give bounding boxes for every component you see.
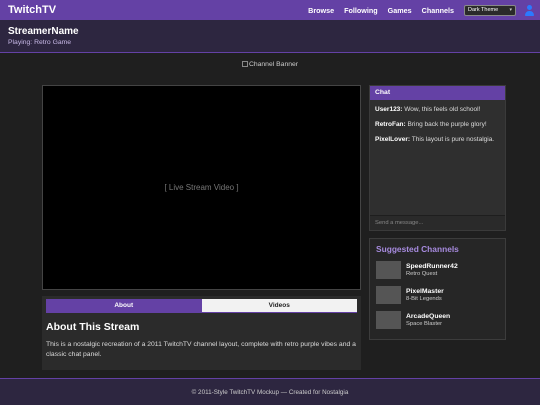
chat-username[interactable]: PixelLover: <box>375 136 410 143</box>
site-logo[interactable]: TwitchTV <box>8 4 56 16</box>
user-icon-head <box>526 5 532 10</box>
streamer-header: StreamerName Playing: Retro Game <box>0 20 540 53</box>
chat-messages: User123: Wow, this feels old school! Ret… <box>370 100 505 143</box>
channel-info: SpeedRunner42 Retro Quest <box>406 263 458 277</box>
channel-info: PixelMaster 8-Bit Legends <box>406 288 444 302</box>
streamer-game: Playing: Retro Game <box>8 39 72 46</box>
about-text: This is a nostalgic recreation of a 2011… <box>46 341 356 358</box>
channel-name: PixelMaster <box>406 288 444 295</box>
channel-game: 8-Bit Legends <box>406 296 442 302</box>
nav-games[interactable]: Games <box>388 6 412 15</box>
user-icon[interactable] <box>524 5 534 16</box>
chat-panel: Chat User123: Wow, this feels old school… <box>369 85 506 231</box>
suggested-title: Suggested Channels <box>376 244 459 254</box>
broken-image-icon <box>241 61 248 67</box>
suggested-channels: Suggested Channels SpeedRunner42 Retro Q… <box>369 238 506 340</box>
video-placeholder-label: [ Live Stream Video ] <box>164 183 239 192</box>
channel-banner: Channel Banner <box>0 61 540 68</box>
chat-message: PixelLover: This layout is pure nostalgi… <box>375 136 500 143</box>
user-icon-body <box>524 10 534 16</box>
suggested-channel-item[interactable]: ArcadeQueen Space Blaster <box>376 311 499 329</box>
tab-divider <box>46 312 357 313</box>
channel-thumbnail <box>376 261 401 279</box>
tab-videos[interactable]: Videos <box>201 299 357 312</box>
nav-channels[interactable]: Channels <box>422 6 454 15</box>
suggested-channel-item[interactable]: PixelMaster 8-Bit Legends <box>376 286 499 304</box>
theme-select-value: Dark Theme <box>468 7 499 13</box>
channel-name: SpeedRunner42 <box>406 263 458 270</box>
chat-username[interactable]: User123: <box>375 106 402 113</box>
video-player[interactable]: [ Live Stream Video ] <box>42 85 361 290</box>
chat-message: RetroFan: Bring back the purple glory! <box>375 121 500 128</box>
chat-username[interactable]: RetroFan: <box>375 121 406 128</box>
channel-banner-alt: Channel Banner <box>248 61 299 68</box>
channel-thumbnail <box>376 286 401 304</box>
streamer-name: StreamerName <box>8 26 79 37</box>
nav-browse[interactable]: Browse <box>308 6 334 15</box>
footer-text: © 2011-Style TwitchTV Mockup — Created f… <box>191 388 349 396</box>
chat-message-text: This layout is pure nostalgia. <box>410 136 495 143</box>
main-nav: Browse Following Games Channels Dark The… <box>298 4 534 16</box>
chevron-updown-icon: ▾ <box>509 7 512 13</box>
top-navbar: TwitchTV Browse Following Games Channels… <box>0 0 540 20</box>
nav-following[interactable]: Following <box>344 6 378 15</box>
channel-name: ArcadeQueen <box>406 313 451 320</box>
page-footer: © 2011-Style TwitchTV Mockup — Created f… <box>0 378 540 405</box>
info-panel: About Videos About This Stream This is a… <box>42 296 361 370</box>
channel-info: ArcadeQueen Space Blaster <box>406 313 450 327</box>
channel-game: Retro Quest <box>406 271 438 277</box>
about-title: About This Stream <box>46 321 140 333</box>
chat-input[interactable]: Send a message... <box>370 215 505 230</box>
chat-title: Chat <box>370 86 505 100</box>
theme-select[interactable]: Dark Theme ▾ <box>464 4 516 16</box>
channel-game: Space Blaster <box>406 321 443 327</box>
tab-bar: About Videos <box>46 299 357 312</box>
tab-about[interactable]: About <box>46 299 202 312</box>
chat-message-text: Wow, this feels old school! <box>402 106 481 113</box>
channel-thumbnail <box>376 311 401 329</box>
chat-message-text: Bring back the purple glory! <box>405 121 487 128</box>
chat-message: User123: Wow, this feels old school! <box>375 106 500 113</box>
suggested-channel-item[interactable]: SpeedRunner42 Retro Quest <box>376 261 499 279</box>
